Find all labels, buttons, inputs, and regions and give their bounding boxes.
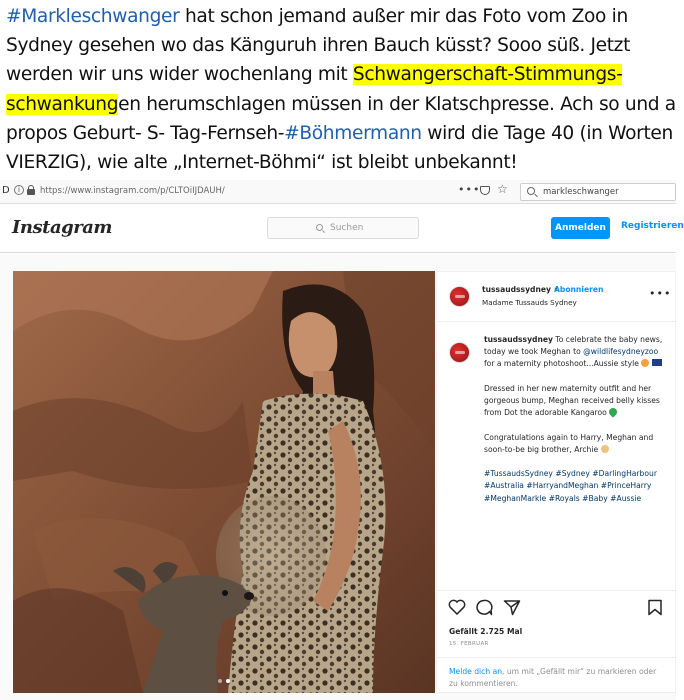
address-bar-url[interactable]: https://www.instagram.com/p/CLTOiIJDAUH/: [40, 186, 225, 196]
lock-icon: [27, 185, 35, 195]
instagram-logo[interactable]: Instagram: [12, 217, 112, 238]
instagram-search-input[interactable]: Suchen: [267, 217, 419, 239]
follow-button[interactable]: Abonnieren: [554, 285, 603, 294]
caption-mention[interactable]: @wildlifesydneyzoo: [583, 347, 658, 356]
share-icon[interactable]: [503, 599, 521, 616]
post-actions: Gefällt 2.725 Mal 15. FEBRUAR Melde dich…: [437, 590, 677, 694]
caption-avatar[interactable]: [449, 342, 470, 363]
post-photo[interactable]: [13, 271, 435, 693]
page-actions-menu-icon[interactable]: •••: [458, 183, 480, 196]
bookmark-icon[interactable]: [647, 599, 663, 616]
carousel-dot[interactable]: [218, 679, 222, 683]
post-header: tussaudssydney • Abonnieren Madame Tussa…: [437, 272, 677, 322]
post-username[interactable]: tussaudssydney •: [482, 285, 558, 294]
back-edge-icon[interactable]: D: [2, 185, 10, 196]
caption-hashtags[interactable]: #TussaudsSydney #Sydney #DarlingHarbour …: [484, 468, 670, 505]
australia-flag-emoji-icon: [651, 359, 662, 367]
instagram-header: Instagram Suchen Anmelden Registrieren: [0, 205, 684, 253]
post-side-panel: tussaudssydney • Abonnieren Madame Tussa…: [436, 271, 677, 694]
bookmark-star-icon[interactable]: ☆: [497, 182, 508, 196]
photo-illustration: [13, 271, 435, 693]
highlighted-phrase-1: Schwangerschaft-Stimmungs-: [352, 64, 623, 86]
caption-paragraph-3: Congratulations again to Harry, Meghan a…: [484, 432, 654, 454]
hashtag-markleschwanger[interactable]: #Markleschwanger: [6, 6, 180, 27]
browser-search-value[interactable]: markleschwanger: [543, 187, 619, 197]
caption-text-2: for a maternity photoshoot...Aussie styl…: [484, 359, 642, 369]
browser-toolbar: D i https://www.instagram.com/p/CLTOiIJD…: [0, 180, 676, 204]
caption-username[interactable]: tussaudssydney: [484, 335, 553, 344]
search-icon: [316, 224, 323, 231]
post-location[interactable]: Madame Tussauds Sydney: [482, 298, 577, 307]
post-caption: tussaudssydney To celebrate the baby new…: [484, 334, 670, 517]
caption-paragraph-2: Dressed in her new maternity outfit and …: [484, 383, 660, 418]
site-info-icon[interactable]: i: [14, 185, 24, 195]
login-prompt-link[interactable]: Melde dich an: [449, 667, 502, 676]
login-button[interactable]: Anmelden: [551, 217, 610, 239]
search-placeholder: Suchen: [330, 223, 364, 233]
commentary-text: #Markleschwanger hat schon jemand außer …: [6, 2, 682, 177]
green-heart-emoji-icon: [607, 406, 619, 418]
hashtag-boehmermann[interactable]: #Böhmermann: [284, 123, 422, 144]
register-link[interactable]: Registrieren: [621, 221, 684, 231]
heart-icon[interactable]: [448, 599, 466, 615]
browser-search-box[interactable]: markleschwanger: [520, 183, 676, 201]
baby-emoji-icon: [600, 444, 609, 453]
more-options-icon[interactable]: •••: [649, 287, 671, 300]
pocket-icon[interactable]: [480, 186, 490, 195]
highlighted-phrase-2: schwankung: [6, 93, 119, 115]
like-count[interactable]: Gefällt 2.725 Mal: [449, 627, 522, 636]
carousel-dot-active[interactable]: [226, 679, 230, 683]
comment-icon[interactable]: [475, 599, 493, 616]
post-date[interactable]: 15. FEBRUAR: [449, 641, 489, 647]
account-avatar[interactable]: [449, 286, 470, 307]
smiling-face-emoji-icon: [641, 359, 650, 368]
search-icon: [527, 187, 535, 195]
login-prompt: Melde dich an, um mit „Gefällt mir“ zu m…: [437, 657, 677, 698]
